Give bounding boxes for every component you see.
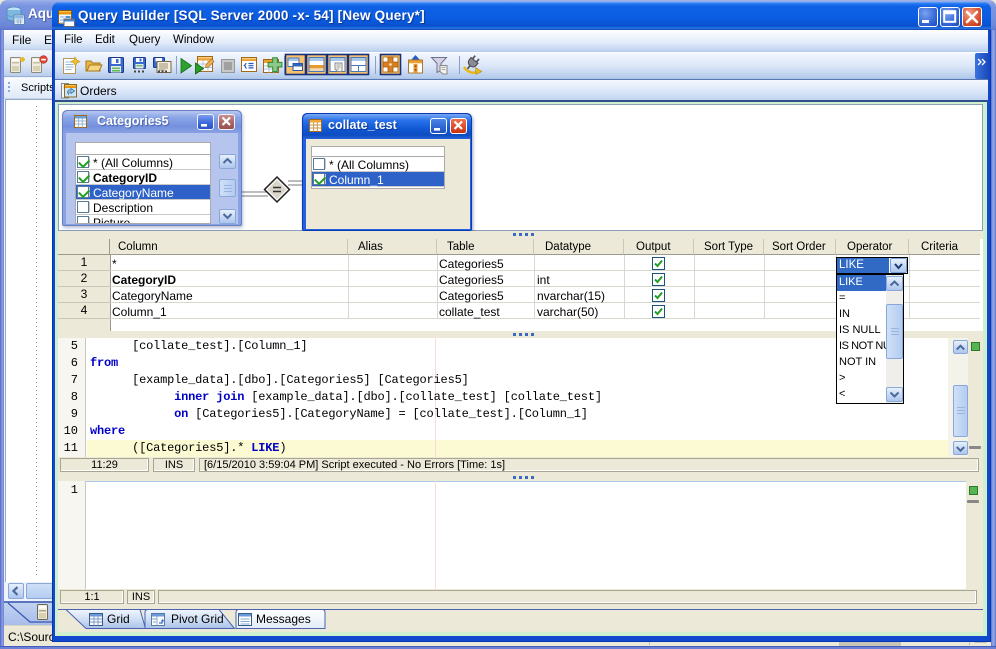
- svg-text:Messages: Messages: [256, 612, 311, 626]
- svg-text:Pivot Grid: Pivot Grid: [171, 612, 224, 626]
- svg-text:Grid: Grid: [107, 612, 130, 626]
